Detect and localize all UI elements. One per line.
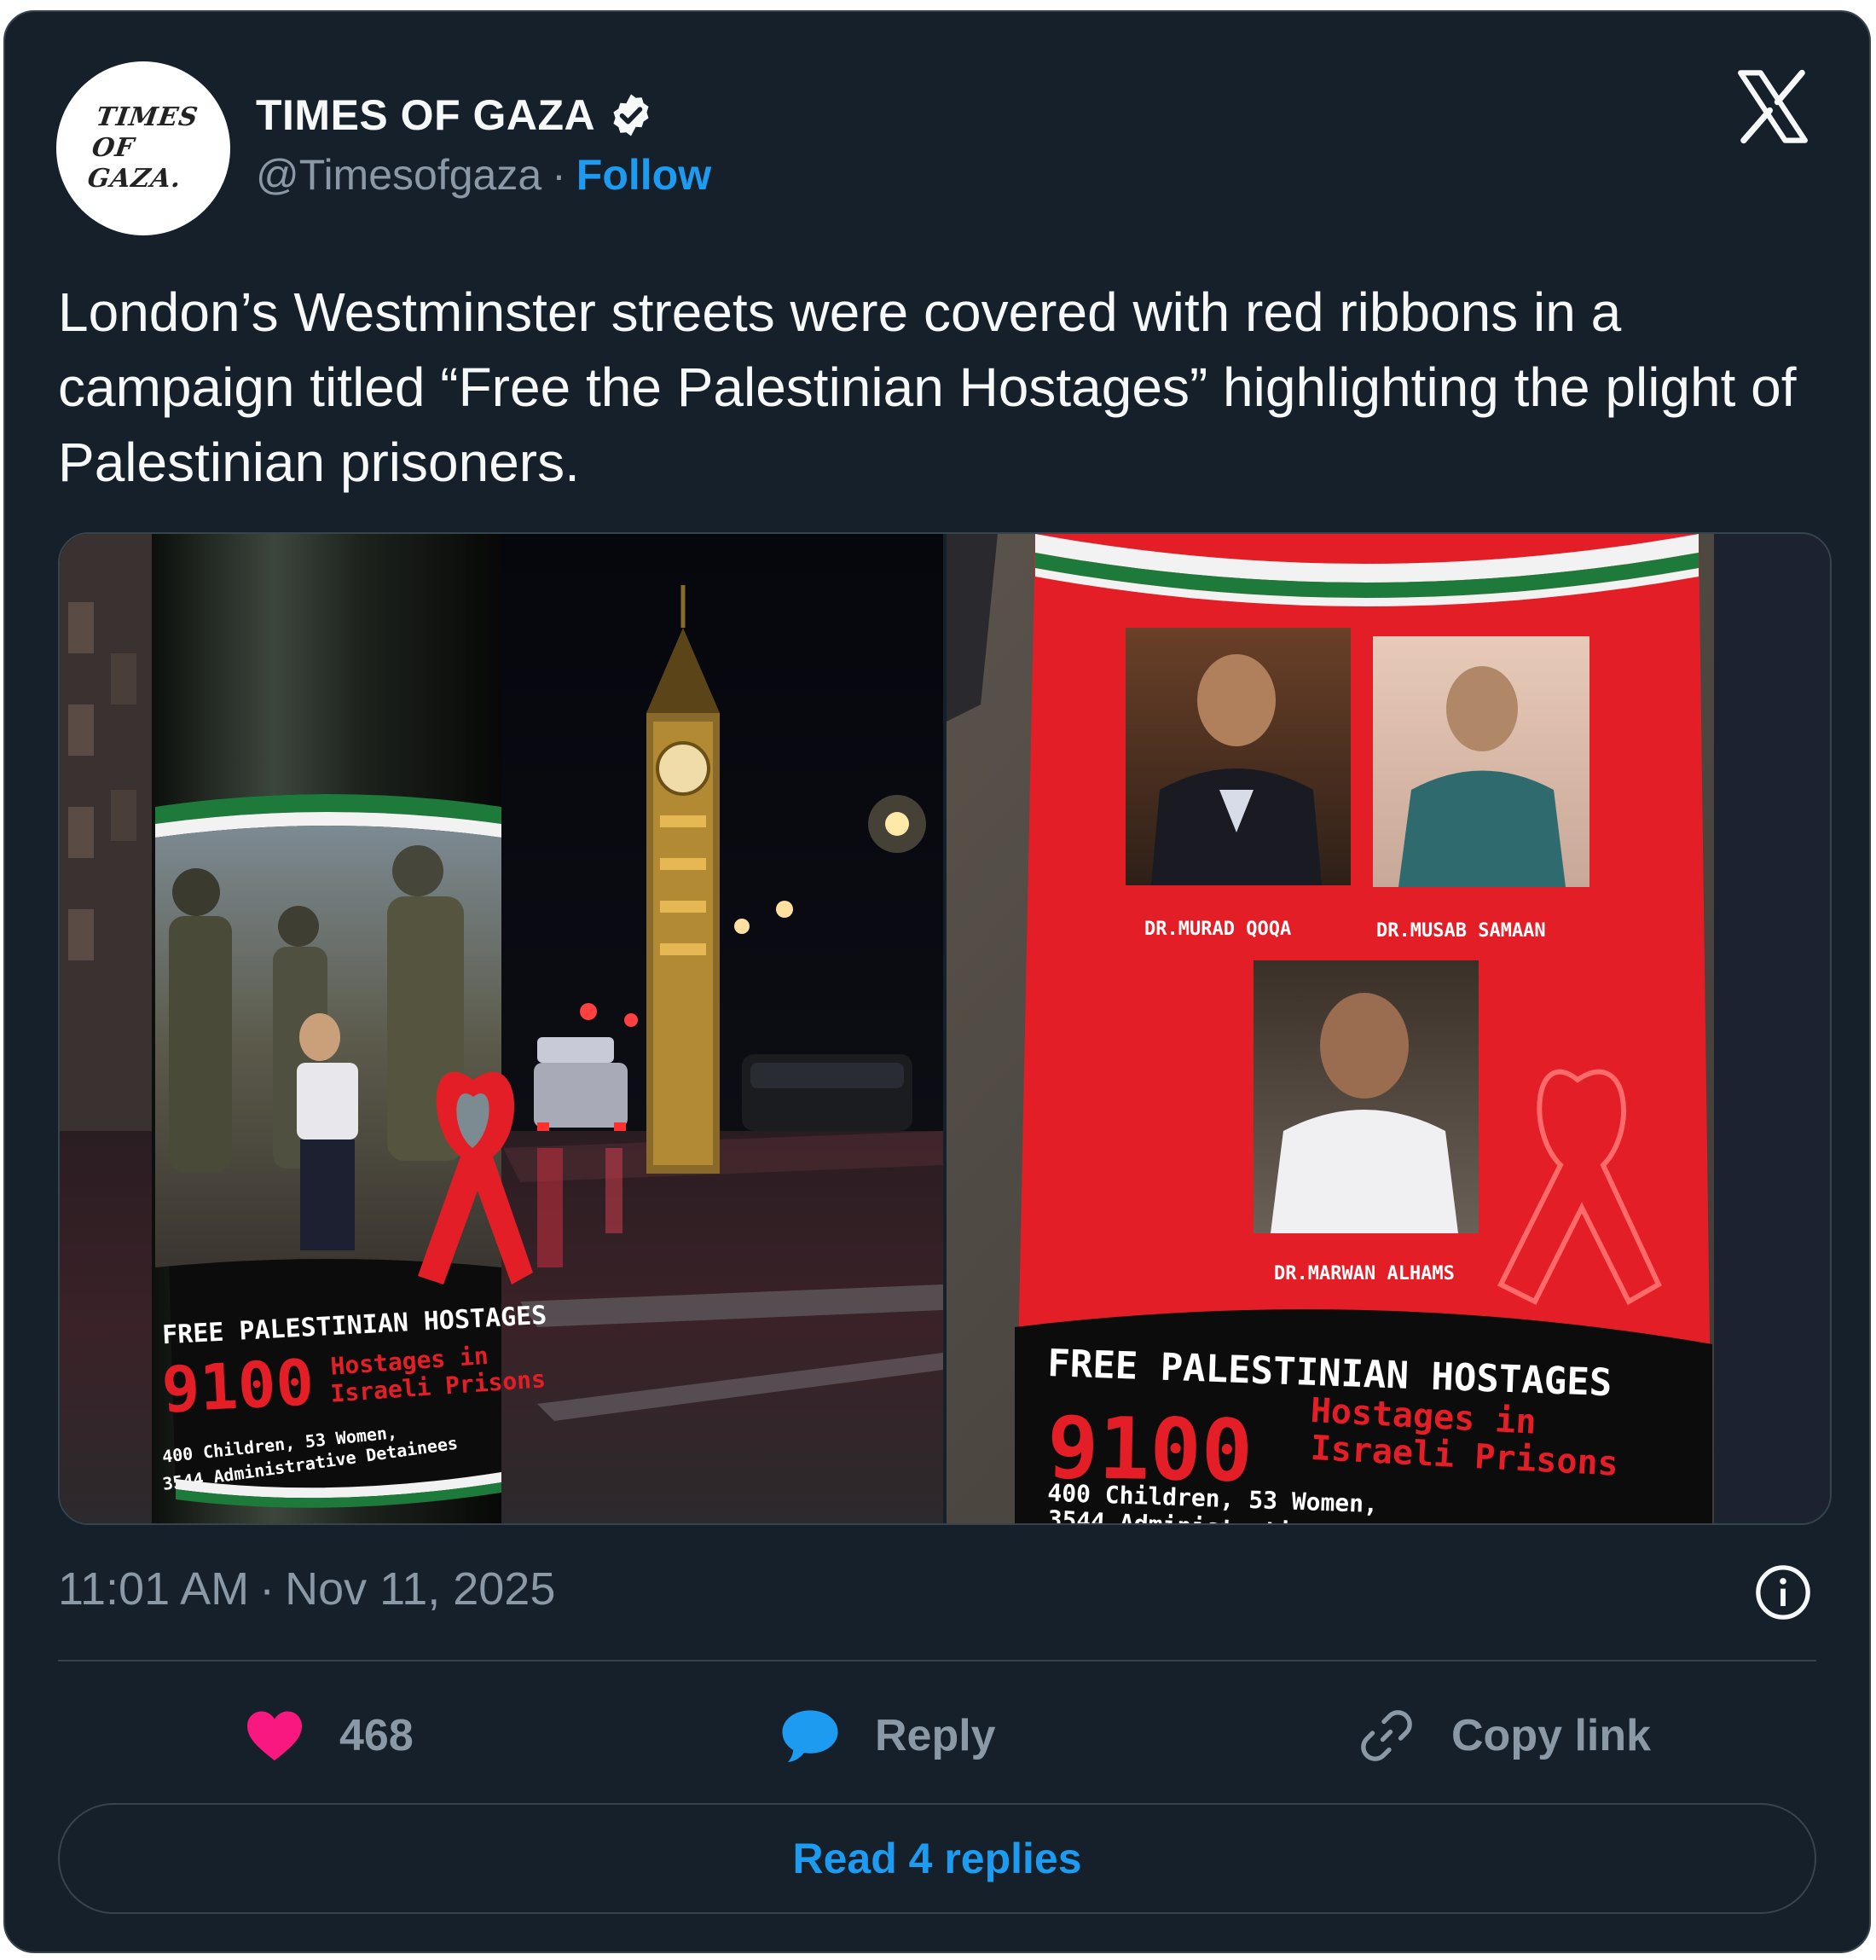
- read-replies-label: Read 4 replies: [792, 1835, 1082, 1882]
- avatar-logo: TIMES OF GAZA.: [85, 102, 201, 194]
- heart-icon: [247, 1711, 302, 1761]
- actions-divider: [58, 1660, 1816, 1661]
- account-name-row: TIMES OF GAZA: [256, 85, 655, 145]
- reply-button[interactable]: Reply: [779, 1697, 996, 1774]
- account-handle[interactable]: @Timesofgaza: [256, 150, 541, 200]
- read-replies-button[interactable]: Read 4 replies: [58, 1803, 1816, 1914]
- photo-flyer-doctors-image: DR.MURAD QOQA DR.MUSAB SAMAAN DR.MARWAN …: [947, 534, 1830, 1523]
- link-icon: [1361, 1710, 1412, 1761]
- x-logo-icon[interactable]: [1734, 68, 1811, 145]
- timestamp-separator: ·: [259, 1563, 275, 1615]
- like-count: 468: [339, 1711, 414, 1760]
- tweet-timestamp[interactable]: 11:01 AM · Nov 11, 2025: [58, 1563, 555, 1615]
- tweet-time: 11:01 AM: [58, 1563, 250, 1615]
- doctor-3-name: DR.MARWAN ALHAMS: [1274, 1263, 1455, 1284]
- left-poster-count: 9100: [160, 1346, 316, 1427]
- follow-button[interactable]: Follow: [576, 150, 711, 200]
- copy-link-button[interactable]: Copy link: [1356, 1697, 1651, 1774]
- info-icon[interactable]: [1753, 1563, 1813, 1622]
- tweet-text: London’s Westminster streets were covere…: [58, 281, 1797, 493]
- doctor-2-name: DR.MUSAB SAMAAN: [1376, 920, 1546, 942]
- photo-westminster-pole-image: FREE PALESTINIAN HOSTAGES 9100 Hostages …: [60, 534, 943, 1523]
- copy-link-label: Copy link: [1451, 1711, 1652, 1760]
- speech-bubble-icon: [782, 1710, 838, 1763]
- like-button[interactable]: 468: [244, 1697, 414, 1774]
- separator-dot: ·: [552, 151, 566, 199]
- verified-badge-icon: [613, 94, 649, 136]
- photo-westminster-pole[interactable]: FREE PALESTINIAN HOSTAGES 9100 Hostages …: [60, 534, 943, 1523]
- tweet-media[interactable]: FREE PALESTINIAN HOSTAGES 9100 Hostages …: [58, 532, 1832, 1525]
- tweet-date: Nov 11, 2025: [285, 1563, 556, 1615]
- right-poster: DR.MURAD QOQA DR.MUSAB SAMAAN DR.MARWAN …: [1015, 534, 1712, 1523]
- reply-label: Reply: [875, 1711, 996, 1760]
- display-name[interactable]: TIMES OF GAZA: [256, 90, 595, 140]
- embedded-tweet-card: TIMES OF GAZA. TIMES OF GAZA @Timesofgaz…: [3, 10, 1871, 1953]
- doctor-1-name: DR.MURAD QOQA: [1144, 919, 1291, 940]
- left-poster: FREE PALESTINIAN HOSTAGES 9100 Hostages …: [155, 794, 547, 1508]
- photo-flyer-doctors[interactable]: DR.MURAD QOQA DR.MUSAB SAMAAN DR.MARWAN …: [947, 534, 1830, 1523]
- handle-row: @Timesofgaza · Follow: [256, 150, 711, 200]
- tweet-actions: 468 Reply Copy link: [58, 1697, 1816, 1774]
- account-avatar[interactable]: TIMES OF GAZA.: [56, 61, 230, 235]
